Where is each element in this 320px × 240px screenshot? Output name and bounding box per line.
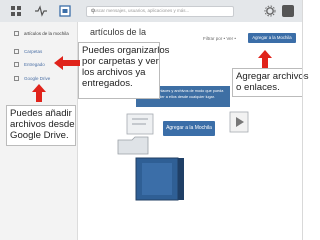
frame-border [0,0,303,240]
app-screen: Buscar mensajes, usuarios, aplicaciones … [0,0,320,240]
